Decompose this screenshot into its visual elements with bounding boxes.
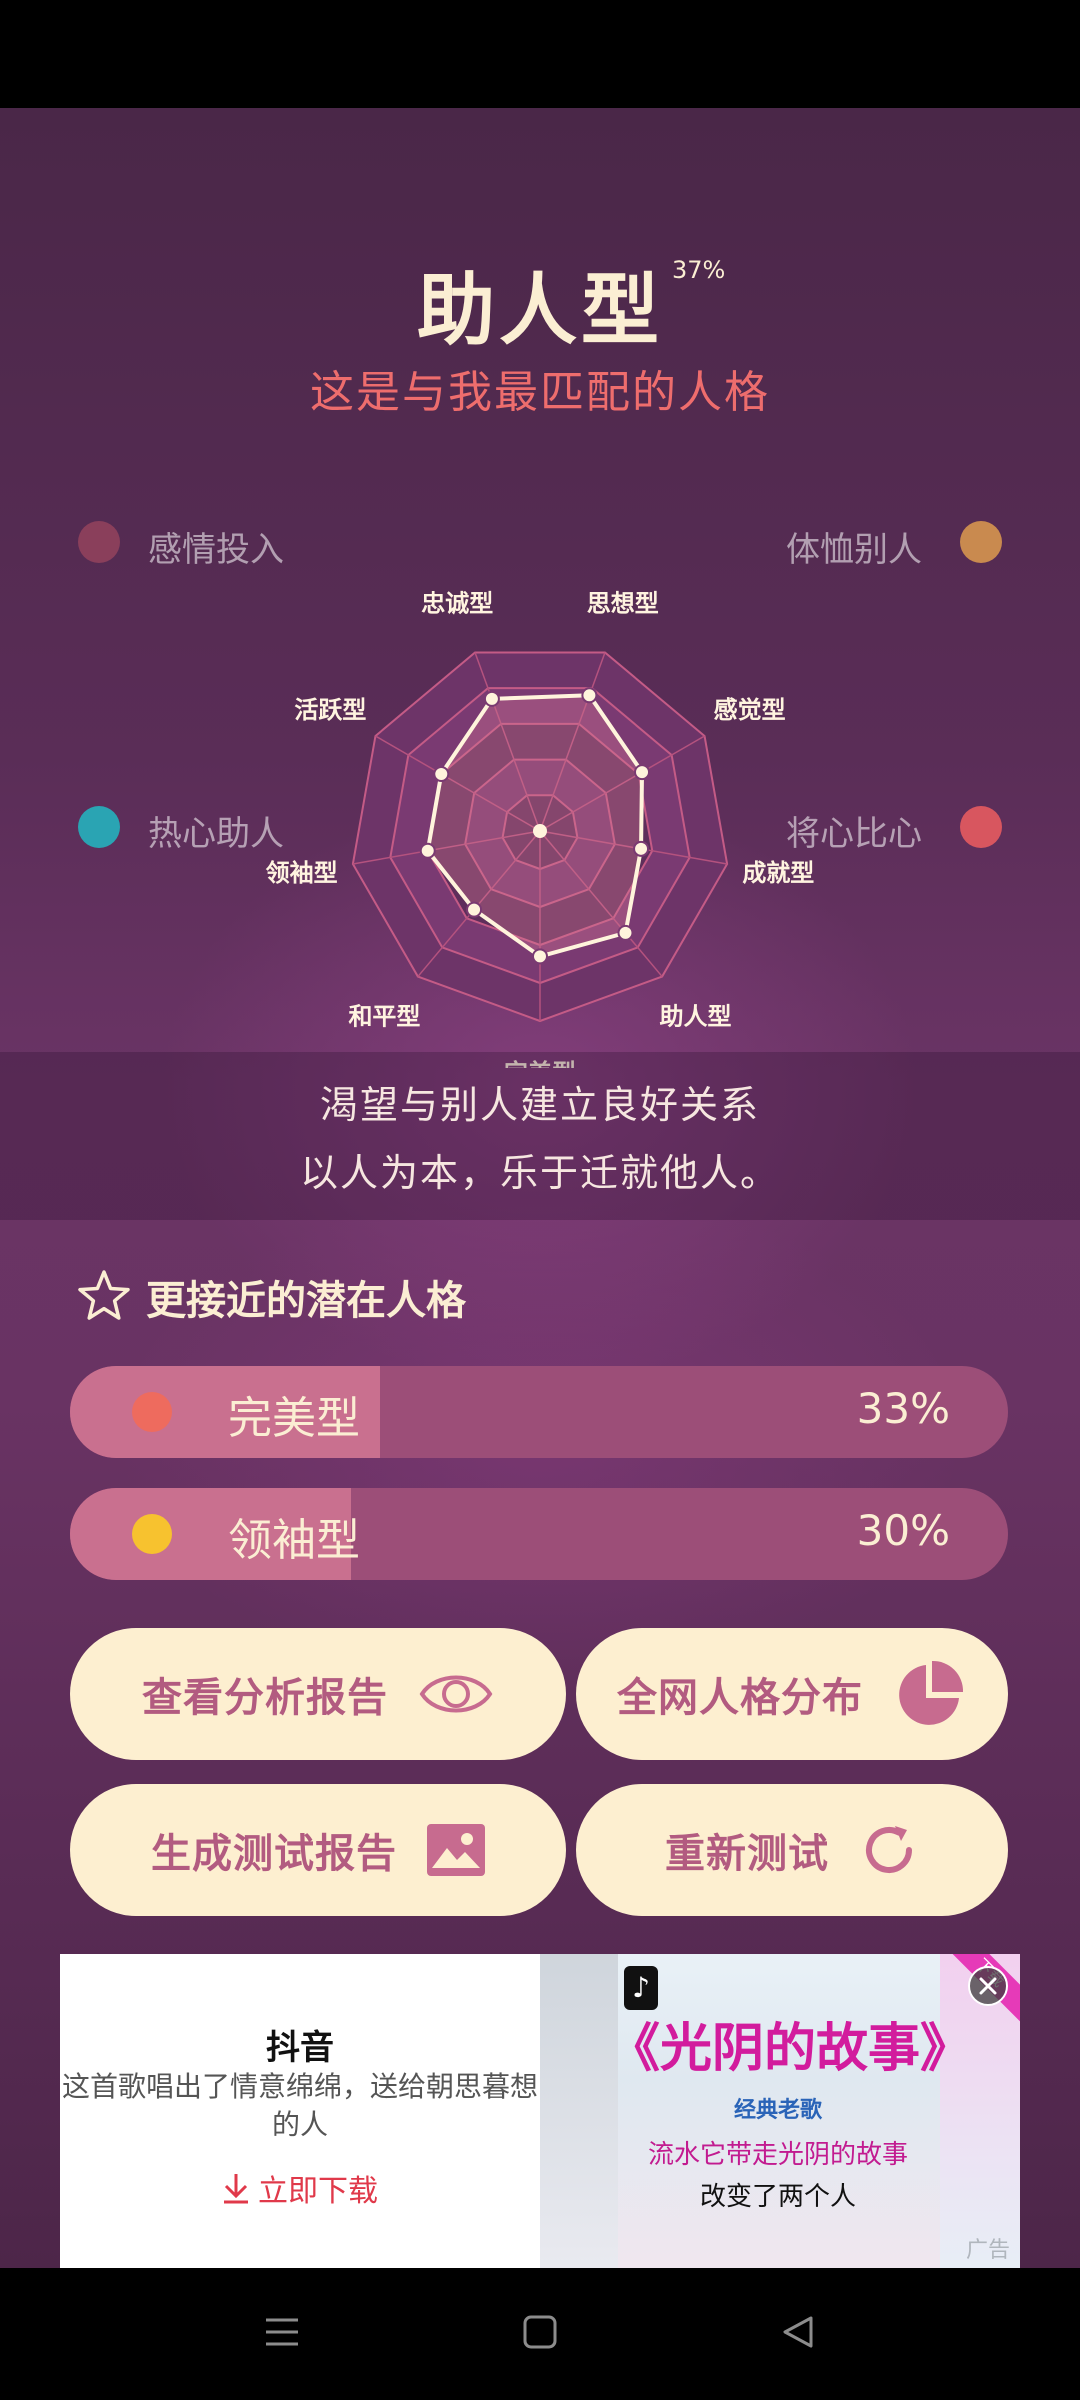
secondary-dot	[132, 1514, 172, 1554]
ad-app-name: 抖音	[266, 2028, 334, 2068]
generate-report-label: 生成测试报告	[151, 1831, 397, 1877]
description-line-1: 渴望与别人建立良好关系	[319, 1083, 760, 1127]
ad-image-title: 《光阴的故事》	[608, 2018, 973, 2079]
tiktok-logo-icon: ♪	[624, 1966, 658, 2010]
radar-data-point	[532, 948, 548, 965]
ad-close-button[interactable]	[968, 1966, 1008, 2006]
ad-label: 广告	[965, 2238, 1010, 2263]
radar-data-point	[633, 840, 650, 857]
radar-axis-label: 忠诚型	[421, 590, 493, 618]
back-icon[interactable]	[778, 2312, 818, 2352]
eye-icon	[419, 1675, 493, 1713]
radar-axis-label: 和平型	[348, 1002, 420, 1030]
trait-dot-bottom-right	[960, 806, 1002, 848]
secondary-dot	[132, 1392, 172, 1432]
ad-download-label: 立即下载	[258, 2174, 378, 2209]
radar-data-point	[483, 690, 500, 707]
result-subtitle: 这是与我最匹配的人格	[310, 367, 770, 418]
star-icon	[78, 1270, 130, 1320]
trait-dot-top-right	[960, 521, 1002, 563]
distribution-button[interactable]: 全网人格分布	[576, 1628, 1008, 1760]
radar-axis-label: 思想型	[587, 590, 659, 618]
result-page: 助人型 37% 这是与我最匹配的人格 感情投入 体恤别人 热心助人 将心比心 忠…	[0, 108, 1080, 2268]
ad-image-tag: 经典老歌	[733, 2098, 822, 2123]
result-percent: 37%	[672, 256, 726, 284]
ad-download-link[interactable]: 立即下载	[60, 2166, 540, 2210]
radar-data-point	[419, 842, 436, 859]
radar-data-point	[617, 924, 634, 941]
secondary-item-perfect: 完美型 33%	[70, 1366, 1008, 1458]
radar-data-point	[581, 687, 598, 704]
radar-chart: 忠诚型思想型感觉型成就型助人型完美型和平型领袖型活跃型	[266, 590, 815, 1068]
ad-image[interactable]: ♪ 《光阴的故事》 经典老歌 流水它带走光阴的故事 改变了两个人 下载 广告	[540, 1954, 1020, 2268]
radar-data-point	[634, 764, 651, 781]
menu-icon[interactable]	[262, 2312, 302, 2352]
trait-dot-bottom-left	[78, 806, 120, 848]
ad-image-line-1: 流水它带走光阴的故事	[647, 2140, 908, 2170]
generate-report-button[interactable]: 生成测试报告	[70, 1784, 566, 1916]
secondary-label: 领袖型	[228, 1515, 360, 1566]
radar-data-point	[466, 901, 483, 918]
radar-axis-label: 活跃型	[294, 696, 366, 724]
refresh-icon	[866, 1826, 912, 1873]
retest-button[interactable]: 重新测试	[576, 1784, 1008, 1916]
secondary-value: 30%	[856, 1506, 950, 1555]
ad-text-panel[interactable]: 抖音 这首歌唱出了情意绵绵，送给朝思暮想的人 立即下载	[60, 1954, 540, 2268]
download-icon	[224, 2174, 248, 2204]
distribution-label: 全网人格分布	[617, 1675, 863, 1721]
radar-data-point	[433, 766, 450, 782]
image-icon	[427, 1824, 485, 1876]
radar-axis-label: 感觉型	[714, 696, 786, 724]
home-icon[interactable]	[520, 2312, 560, 2352]
radar-axis-label: 成就型	[742, 859, 814, 887]
radar-axis-label: 领袖型	[266, 859, 338, 887]
ad-image-bg-left	[540, 1954, 618, 2268]
view-analysis-button[interactable]: 查看分析报告	[70, 1628, 566, 1760]
close-icon	[979, 1977, 997, 1995]
pie-chart-icon	[899, 1660, 964, 1725]
trait-dot-top-left	[78, 521, 120, 563]
ad-banner[interactable]: 抖音 这首歌唱出了情意绵绵，送给朝思暮想的人 立即下载 ♪ 《光阴的故事》 经典…	[60, 1954, 1020, 2268]
ad-description: 这首歌唱出了情意绵绵，送给朝思暮想的人	[61, 2070, 538, 2141]
status-bar	[0, 0, 1080, 108]
secondary-label: 完美型	[228, 1393, 360, 1444]
view-analysis-label: 查看分析报告	[142, 1675, 388, 1721]
retest-label: 重新测试	[665, 1831, 829, 1877]
secondary-value: 33%	[856, 1384, 950, 1433]
secondary-section-title: 更接近的潜在人格	[146, 1278, 466, 1324]
secondary-item-leader: 领袖型 30%	[70, 1488, 1008, 1580]
radar-center-point	[533, 824, 547, 838]
result-title: 助人型	[416, 266, 663, 356]
navigation-bar	[0, 2268, 1080, 2400]
ad-image-line-2: 改变了两个人	[699, 2182, 856, 2212]
description-line-2: 以人为本，乐于迁就他人。	[299, 1151, 780, 1195]
radar-axis-label: 助人型	[660, 1002, 732, 1030]
